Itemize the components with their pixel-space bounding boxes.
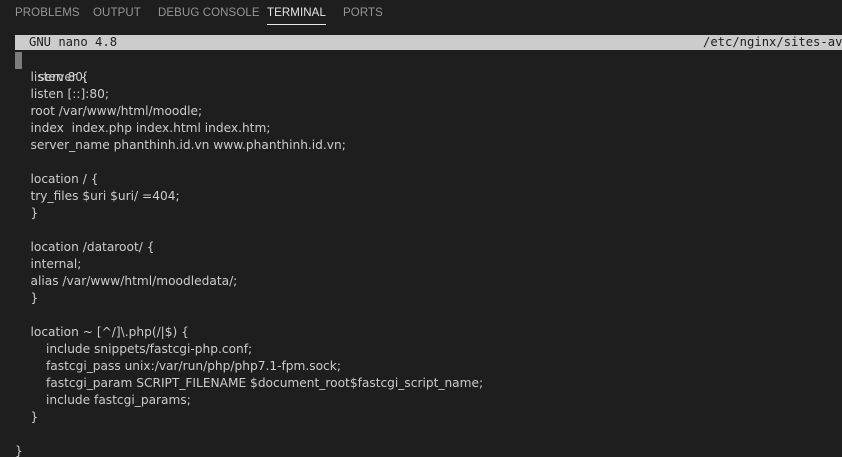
code-line: alias /var/www/html/moodledata/;	[15, 274, 238, 288]
code-line: try_files $uri $uri/ =404;	[15, 189, 180, 203]
code-line: }	[15, 444, 23, 457]
tab-output[interactable]: OUTPUT	[93, 6, 141, 20]
nano-title-bar: GNU nano 4.8 /etc/nginx/sites-ava	[15, 35, 842, 50]
tab-debug-console[interactable]: DEBUG CONSOLE	[158, 6, 260, 20]
editor-text[interactable]: server { listen 80; listen [::]:80; root…	[15, 52, 842, 457]
code-line: }	[15, 291, 39, 305]
tab-terminal[interactable]: TERMINAL	[267, 6, 326, 25]
code-line: server {	[15, 52, 842, 84]
code-line: fastcgi_pass unix:/var/run/php/php7.1-fp…	[15, 359, 341, 373]
code-line: include fastcgi_params;	[15, 393, 191, 407]
tab-problems[interactable]: PROBLEMS	[15, 6, 80, 20]
panel-tab-bar: PROBLEMS OUTPUT DEBUG CONSOLE TERMINAL P…	[0, 0, 842, 28]
code-line: include snippets/fastcgi-php.conf;	[15, 342, 253, 356]
code-line: listen [::]:80;	[15, 87, 109, 101]
code-line: }	[15, 206, 39, 220]
nano-filename: /etc/nginx/sites-ava	[703, 35, 842, 49]
code-line: internal;	[15, 257, 82, 271]
code-line: }	[15, 410, 39, 424]
code-line: fastcgi_param SCRIPT_FILENAME $document_…	[15, 376, 484, 390]
code-line: location ~ [^/]\.php(/|$) {	[15, 325, 189, 339]
code-line: server_name phanthinh.id.vn www.phanthin…	[15, 138, 346, 152]
nano-version: GNU nano 4.8	[29, 35, 118, 49]
tab-terminal-label: TERMINAL	[267, 7, 326, 19]
terminal-view[interactable]: GNU nano 4.8 /etc/nginx/sites-ava server…	[0, 28, 842, 457]
text-cursor	[15, 52, 22, 69]
code-line: index index.php index.html index.htm;	[15, 121, 271, 135]
code-line-text: server {	[38, 70, 89, 84]
active-tab-indicator	[267, 24, 326, 25]
code-line: location /dataroot/ {	[15, 240, 155, 254]
code-line: root /var/www/html/moodle;	[15, 104, 203, 118]
code-line: listen 80;	[15, 70, 88, 84]
tab-ports[interactable]: PORTS	[343, 6, 383, 20]
code-line: location / {	[15, 172, 99, 186]
